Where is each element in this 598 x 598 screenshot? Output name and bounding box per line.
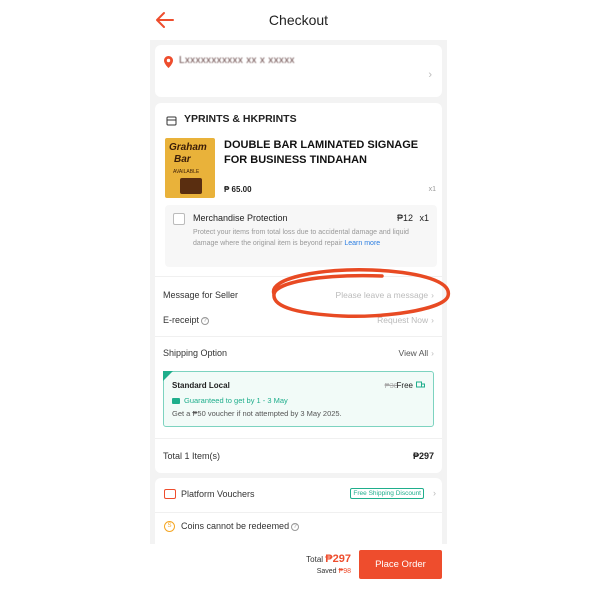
footer-total-value: ₱297 [325, 553, 351, 565]
page-title: Checkout [268, 12, 329, 28]
footer-total: Total ₱297 [306, 553, 351, 565]
chevron-right-icon[interactable]: › [433, 488, 436, 498]
product-quantity: x1 [428, 186, 436, 193]
shipping-voucher-note: Get a ₱50 voucher if not attempted by 3 … [172, 409, 342, 418]
info-icon[interactable]: ? [291, 522, 300, 531]
free-shipping-tag[interactable]: Free Shipping Discount [350, 488, 424, 499]
voucher-card: Platform Vouchers Free Shipping Discount… [155, 478, 442, 544]
product-title: DOUBLE BAR LAMINATED SIGNAGE FOR BUSINES… [224, 139, 419, 166]
voucher-icon [164, 489, 176, 499]
product-image-text: Bar [174, 154, 191, 165]
product-price: ₱ 65.00 [224, 185, 252, 194]
protection-checkbox[interactable] [173, 213, 185, 225]
protection-price: ₱12 x1 [397, 213, 429, 223]
product-image: Graham Bar AVAILABLE [165, 138, 215, 198]
platform-vouchers-label[interactable]: Platform Vouchers [181, 489, 255, 499]
shipping-method: Standard Local [172, 381, 230, 390]
message-input[interactable]: Please leave a message › [336, 290, 434, 300]
shipping-view-all[interactable]: View All › [399, 348, 434, 358]
ereceipt-label-text: E-receipt [163, 315, 200, 325]
selected-corner-mark [163, 371, 173, 381]
footer-saved: Saved ₱98 [317, 568, 351, 575]
divider [155, 336, 442, 337]
ereceipt-label: E-receipt? [163, 315, 210, 325]
chocolate-bar-graphic [180, 178, 202, 194]
place-order-button[interactable]: Place Order [359, 550, 442, 579]
order-total-label: Total 1 Item(s) [163, 451, 221, 461]
divider [155, 276, 442, 277]
divider [155, 512, 442, 513]
chevron-right-icon: › [431, 290, 434, 300]
protection-title: Merchandise Protection [193, 213, 288, 223]
product-image-text: Graham [169, 142, 207, 153]
merchandise-protection: Merchandise Protection ₱12 x1 Protect yo… [165, 205, 437, 267]
coin-icon: S [164, 521, 175, 532]
protection-description: Protect your items from total loss due t… [193, 227, 433, 249]
coins-label-text: Coins cannot be redeemed [181, 521, 290, 531]
message-placeholder: Please leave a message [335, 290, 429, 300]
chevron-right-icon: › [431, 348, 434, 358]
product-image-text: AVAILABLE [173, 169, 200, 175]
shipping-guarantee: Guaranteed to get by 1 - 3 May [172, 396, 288, 405]
chevron-right-icon: › [431, 315, 434, 325]
protection-price-value: ₱12 [396, 213, 413, 223]
learn-more-link[interactable]: Learn more [344, 240, 380, 247]
ereceipt-request[interactable]: Request Now › [377, 315, 434, 325]
order-total-value: ₱297 [412, 451, 434, 461]
divider [155, 438, 442, 439]
footer-saved-value: ₱98 [338, 568, 351, 575]
order-card: YPRINTS & HKPRINTS Graham Bar AVAILABLE … [155, 103, 442, 473]
view-all-label: View All [398, 348, 429, 358]
ereceipt-value: Request Now [377, 315, 429, 325]
shipping-option[interactable]: Standard Local ₱38 Free Guaranteed to ge… [163, 371, 434, 427]
message-label: Message for Seller [163, 290, 239, 300]
shipping-fee: Free [396, 381, 413, 390]
checkout-content[interactable]: Lxxxxxxxxxxx xx x xxxxx › YPRINTS & HKPR… [150, 40, 447, 544]
protection-quantity: x1 [419, 213, 429, 223]
delivery-van-icon [172, 398, 180, 405]
store-name: YPRINTS & HKPRINTS [184, 113, 297, 125]
address-card[interactable]: Lxxxxxxxxxxx xx x xxxxx › [155, 45, 442, 97]
footer-total-label: Total [306, 555, 324, 564]
address-text: Lxxxxxxxxxxx xx x xxxxx [179, 55, 295, 66]
coins-label: Coins cannot be redeemed? [181, 521, 300, 531]
bottom-bar: Total ₱297 Saved ₱98 Place Order [150, 544, 447, 584]
location-pin-icon [164, 56, 173, 68]
footer-saved-label: Saved [316, 568, 337, 575]
store-icon [166, 116, 177, 126]
chevron-right-icon: › [428, 69, 432, 81]
shipping-label: Shipping Option [163, 348, 228, 358]
info-icon[interactable]: ? [201, 316, 210, 325]
header-bar: Checkout [150, 0, 447, 40]
truck-icon [416, 381, 425, 388]
shipping-guarantee-text: Guaranteed to get by 1 - 3 May [184, 396, 288, 405]
